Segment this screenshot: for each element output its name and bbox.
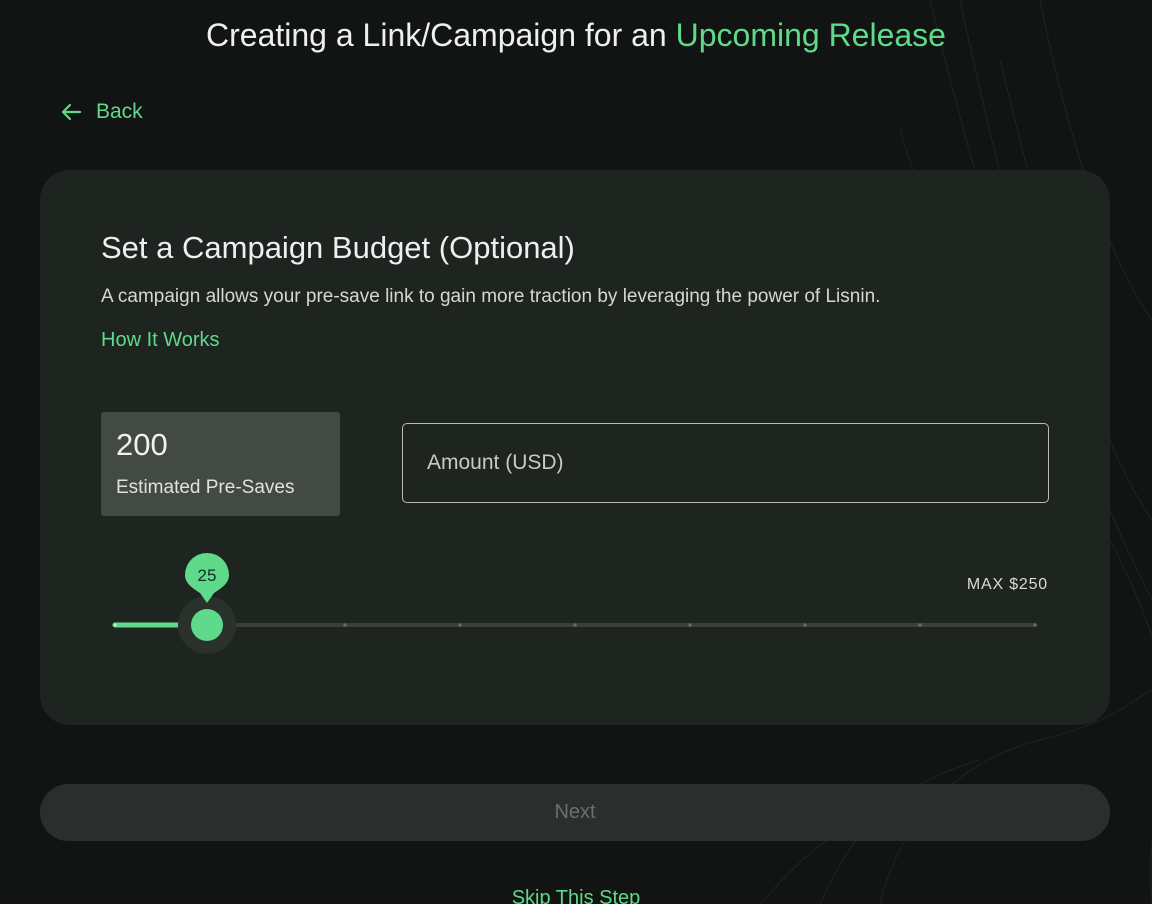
slider-step-mark <box>918 623 922 627</box>
slider-step-mark <box>1033 623 1037 627</box>
budget-card: Set a Campaign Budget (Optional) A campa… <box>40 170 1110 725</box>
next-button[interactable]: Next <box>40 784 1110 841</box>
slider-value-label: 25 <box>198 566 217 585</box>
how-it-works-link[interactable]: How It Works <box>101 327 220 353</box>
arrow-left-icon <box>61 103 82 121</box>
skip-step-link[interactable]: Skip This Step <box>0 885 1152 904</box>
back-link[interactable]: Back <box>60 98 143 126</box>
back-label: Back <box>96 100 143 123</box>
slider-step-mark <box>113 623 117 627</box>
estimated-pre-saves-box: 200 Estimated Pre-Saves <box>101 412 340 516</box>
slider-step-mark <box>343 623 347 627</box>
slider-value-bubble <box>185 552 229 603</box>
card-description: A campaign allows your pre-save link to … <box>101 286 881 307</box>
page-title: Creating a Link/Campaign for an Upcoming… <box>0 14 1152 56</box>
slider-thumb[interactable] <box>191 609 223 641</box>
slider-max-label: MAX $250 <box>966 576 1048 593</box>
slider-step-mark <box>688 623 692 627</box>
page-title-prefix: Creating a Link/Campaign for an <box>206 17 676 53</box>
estimated-pre-saves-value: 200 <box>116 427 168 462</box>
slider-step-mark <box>458 623 462 627</box>
amount-usd-input[interactable] <box>402 423 1049 503</box>
campaign-setup-page: Creating a Link/Campaign for an Upcoming… <box>0 0 1152 904</box>
slider-step-mark <box>803 623 807 627</box>
slider-step-mark <box>228 623 232 627</box>
estimated-pre-saves-label: Estimated Pre-Saves <box>116 477 295 498</box>
card-title: Set a Campaign Budget (Optional) <box>101 230 575 265</box>
page-title-accent: Upcoming Release <box>675 17 946 53</box>
slider-step-mark <box>573 623 577 627</box>
